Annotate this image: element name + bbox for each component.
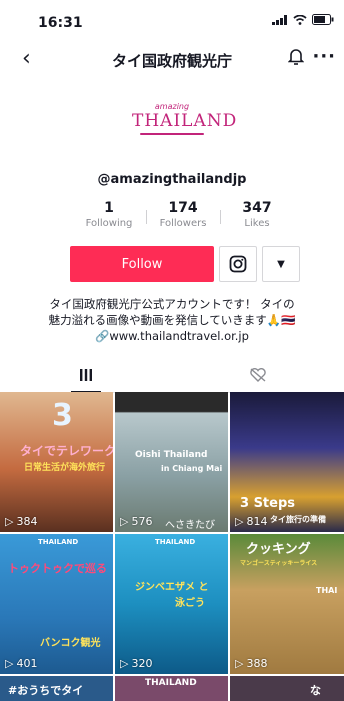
profile-handle: @amazingthailandjp [97, 172, 247, 187]
view-count-value: 320 [131, 657, 153, 670]
view-count: ▷ 576 [120, 515, 152, 528]
content-tabs [0, 358, 344, 393]
video-caption: #おうちでタイ [8, 684, 84, 697]
video-caption: 3 [52, 398, 73, 433]
video-thumbnail[interactable]: Oishi Thailand in Chiang Mai へさきたび ▷ 576 [115, 392, 228, 532]
stat-label: Likes [244, 218, 270, 229]
video-caption: Oishi Thailand [135, 450, 208, 460]
stat-label: Followers [159, 218, 207, 229]
video-thumbnail[interactable]: 3 Steps タイ旅行の準備 ▷ 814 [230, 392, 344, 532]
view-count-value: 814 [246, 515, 268, 528]
video-thumbnail[interactable]: な [230, 676, 344, 701]
action-row: Follow ▼ [70, 246, 300, 282]
more-options-icon[interactable]: ··· [312, 46, 336, 67]
suggested-accounts-button[interactable]: ▼ [262, 246, 300, 282]
view-count: ▷ 814 [235, 515, 267, 528]
view-count-value: 401 [16, 657, 38, 670]
signal-icon [272, 14, 287, 25]
video-thumbnail[interactable]: THAILAND ジンベエザメ と 泳ごう ▷ 320 [115, 534, 228, 674]
view-count: ▷ 384 [5, 515, 37, 528]
view-count-value: 576 [131, 515, 153, 528]
video-caption: ジンベエザメ と [135, 582, 209, 593]
play-icon: ▷ [120, 657, 129, 670]
view-count-value: 388 [246, 657, 268, 670]
status-bar: 16:31 [0, 0, 344, 44]
caret-down-icon: ▼ [277, 258, 285, 270]
video-caption: THAI [316, 586, 338, 595]
video-thumbnail[interactable]: THAILAND [115, 676, 228, 701]
video-caption: in Chiang Mai [161, 464, 223, 473]
stat-label: Following [85, 218, 133, 229]
video-caption: タイでテレワーク [20, 444, 113, 458]
stat-likes: 347 Likes [220, 200, 294, 236]
view-count: ▷ 320 [120, 657, 152, 670]
instagram-button[interactable] [219, 246, 257, 282]
view-count-value: 384 [16, 515, 38, 528]
stat-value: 1 [104, 200, 114, 216]
grid-icon [80, 369, 92, 381]
play-icon: ▷ [5, 657, 14, 670]
play-icon: ▷ [5, 515, 14, 528]
profile-bio: タイ国政府観光庁公式アカウントです！ タイの 魅力溢れる画像や動画を発信していき… [20, 296, 324, 344]
video-caption: な [310, 684, 321, 697]
video-caption: タイ旅行の準備 [270, 515, 326, 524]
battery-icon [312, 14, 334, 25]
play-icon: ▷ [120, 515, 129, 528]
follow-button[interactable]: Follow [70, 246, 214, 282]
logo-text-main: THAILAND [132, 111, 238, 131]
video-caption: マンゴースティッキーライス [240, 560, 318, 567]
video-thumbnail[interactable]: #おうちでタイ [0, 676, 113, 701]
profile-header: ‹ タイ国政府観光庁 ··· [0, 44, 344, 76]
video-caption: THAILAND [155, 538, 196, 546]
video-caption: クッキング [246, 542, 311, 557]
video-caption: へさきたび [165, 520, 215, 531]
bio-line: タイ国政府観光庁公式アカウントです！ タイの [49, 297, 295, 311]
stat-value: 347 [242, 200, 272, 216]
video-caption: 日常生活が海外旅行 [24, 463, 106, 473]
view-count: ▷ 401 [5, 657, 37, 670]
bio-line: 魅力溢れる画像や動画を発信していきます🙏🇹🇭 [48, 313, 296, 327]
video-thumbnail[interactable]: クッキング マンゴースティッキーライス THAI ▷ 388 [230, 534, 344, 674]
stat-value: 174 [168, 200, 198, 216]
view-count: ▷ 388 [235, 657, 267, 670]
profile-stats: 1 Following 174 Followers 347 Likes [72, 200, 294, 236]
play-icon: ▷ [235, 515, 244, 528]
tab-liked[interactable] [172, 358, 344, 392]
video-thumbnail[interactable]: THAILAND トゥクトゥクで巡る バンコク観光 ▷ 401 [0, 534, 113, 674]
avatar: amazing THAILAND [132, 92, 238, 152]
bell-icon[interactable] [287, 48, 305, 70]
instagram-icon [229, 255, 247, 273]
video-caption: THAILAND [145, 678, 197, 688]
video-caption: バンコク観光 [40, 638, 101, 649]
status-time: 16:31 [38, 15, 83, 31]
video-caption: トゥクトゥクで巡る [8, 562, 107, 575]
play-icon: ▷ [235, 657, 244, 670]
bio-link[interactable]: 🔗www.thailandtravel.or.jp [20, 328, 324, 344]
stat-following[interactable]: 1 Following [72, 200, 146, 236]
tab-videos[interactable] [0, 358, 172, 393]
video-caption: 3 Steps [240, 496, 296, 511]
liked-hidden-icon [250, 368, 266, 382]
status-icons [272, 14, 334, 25]
video-caption: THAILAND [38, 538, 79, 546]
logo-text-top: amazing [154, 102, 190, 111]
video-thumbnail[interactable]: 3 タイでテレワーク 日常生活が海外旅行 ▷ 384 [0, 392, 113, 532]
stat-followers[interactable]: 174 Followers [146, 200, 220, 236]
logo-underline [140, 133, 204, 135]
video-caption: 泳ごう [175, 598, 205, 609]
wifi-icon [293, 14, 307, 25]
